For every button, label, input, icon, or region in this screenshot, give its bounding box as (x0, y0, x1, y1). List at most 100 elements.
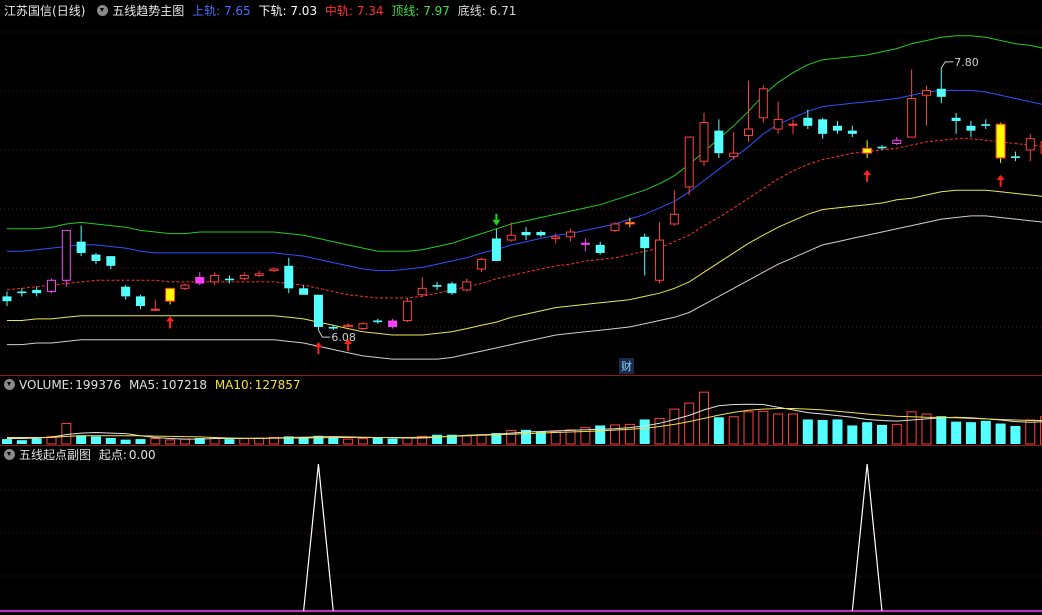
mid-band-value: 7.34 (356, 4, 384, 18)
volume-bar (891, 423, 902, 445)
ma5-label: MA5: (128, 378, 160, 392)
volume-bar (90, 436, 101, 444)
sell-arrow-icon (492, 219, 501, 226)
candle-body (610, 223, 620, 231)
candle-body (744, 128, 753, 136)
volume-bar (965, 422, 976, 444)
candle-body (284, 265, 294, 289)
candle-body (180, 284, 190, 289)
volume-bar (209, 438, 220, 445)
volume-bar (669, 408, 680, 445)
candle-body (684, 136, 694, 188)
candle-body (224, 278, 234, 281)
candle-body (388, 320, 398, 327)
candle-body (758, 88, 768, 119)
volume-bar (476, 434, 487, 445)
start-point-label: 起点: (98, 448, 127, 462)
candle-body (76, 241, 86, 253)
volume-bar (847, 425, 858, 444)
main-indicator-name[interactable]: 五线趋势主图 (112, 4, 184, 18)
candle-body (106, 256, 116, 266)
volume-menu-icon[interactable] (4, 379, 15, 390)
volume-bar (773, 413, 784, 445)
candle-body (595, 244, 605, 253)
period-label[interactable]: (日线) (52, 4, 85, 18)
candle-body (91, 254, 101, 261)
candle-body (655, 239, 665, 281)
candle-body (951, 117, 961, 121)
volume-bar (639, 419, 650, 444)
candle-body (521, 232, 531, 236)
volume-bar (758, 410, 769, 445)
candle-body (892, 139, 902, 145)
volume-bar (936, 416, 947, 444)
lower-band-value: 7.03 (290, 4, 318, 18)
candle-body (1010, 156, 1020, 158)
candle-body (773, 118, 783, 130)
volume-panel[interactable]: VOLUME: 199376 MA5: 107218 MA10: 127857 (0, 376, 1042, 446)
volume-bar (995, 423, 1006, 444)
low-price-label: 6.08 (331, 331, 356, 344)
candle-body (17, 291, 27, 294)
start-point-peak (303, 463, 334, 612)
candle-body (299, 288, 309, 295)
volume-bar (832, 419, 843, 444)
candle-body (981, 124, 991, 126)
volume-bar (684, 402, 695, 445)
volume-bar (1025, 419, 1036, 445)
volume-bar (2, 439, 12, 444)
volume-bar (76, 435, 87, 444)
candle-body (32, 289, 42, 294)
main-chart-panel[interactable]: 江苏国信(日线) 五线趋势主图 上轨: 7.65 下轨: 7.03 中轨: 7.… (0, 0, 1042, 376)
top-line-label: 顶线: (391, 4, 420, 18)
candle-body (640, 236, 650, 249)
sub-menu-icon[interactable] (4, 449, 15, 460)
candle-body (432, 285, 442, 287)
candle-body (239, 274, 249, 280)
top-line-value: 7.97 (423, 4, 450, 18)
candle-body (818, 119, 828, 134)
sub-indicator-panel[interactable]: 五线起点副图 起点: 0.00 (0, 446, 1042, 615)
candle-body (714, 130, 724, 154)
candle-body (2, 296, 12, 302)
volume-bar (105, 438, 116, 444)
volume-header: VOLUME: 199376 MA5: 107218 MA10: 127857 (0, 376, 305, 394)
indicator-menu-icon[interactable] (97, 5, 109, 16)
volume-bar (1010, 426, 1021, 444)
candle-body (506, 234, 516, 241)
volume-bar (372, 438, 383, 444)
candle-body (877, 146, 887, 149)
candle-body (1025, 138, 1035, 151)
bottom-line-label: 底线: (457, 4, 486, 18)
volume-bar (862, 422, 873, 444)
volume-bar (357, 438, 368, 445)
candle-body (447, 283, 457, 294)
candle-body (269, 268, 279, 272)
volume-bar (179, 438, 190, 445)
candle-body (402, 300, 412, 322)
volume-bar (817, 420, 828, 444)
volume-bar (550, 431, 561, 445)
ma10-value: 127857 (254, 378, 301, 392)
bottom-line-value: 6.71 (489, 4, 517, 18)
upper-band-value: 7.65 (223, 4, 251, 18)
volume-bar (432, 434, 443, 444)
volume-bar (165, 439, 176, 445)
volume-bar (461, 435, 472, 445)
volume-bar (16, 440, 27, 444)
volume-bar (120, 439, 131, 444)
candle-body (907, 97, 917, 138)
candle-body (121, 286, 131, 297)
start-point-chart[interactable] (0, 446, 1042, 615)
finance-event-marker[interactable]: 财 (619, 358, 634, 374)
candlestick-chart[interactable]: 6.08 7.80 (0, 0, 1042, 376)
sub-indicator-name[interactable]: 五线起点副图 (19, 448, 91, 462)
candle-body (373, 320, 383, 323)
stock-name[interactable]: 江苏国信 (4, 4, 52, 18)
volume-bar (150, 438, 161, 445)
volume-bar (787, 413, 798, 445)
candle-body (358, 323, 368, 330)
candle-body (832, 125, 842, 131)
candle-body (462, 281, 472, 291)
candle-body (551, 236, 561, 239)
